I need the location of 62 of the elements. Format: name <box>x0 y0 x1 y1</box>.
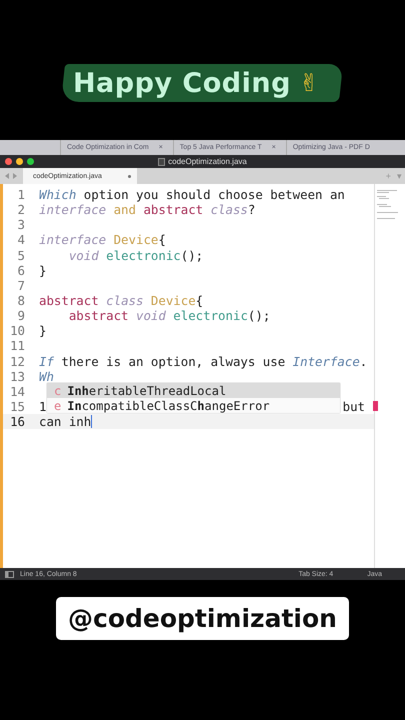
line-number: 6 <box>16 262 25 278</box>
code-token: electronic <box>172 308 248 324</box>
code-token: there is an option, always use <box>60 354 286 369</box>
code-token: electronic <box>105 248 181 263</box>
zoom-button[interactable] <box>27 158 34 165</box>
line-number: 14 <box>9 384 25 399</box>
line-number: 8 <box>16 293 25 308</box>
victory-hand-emoji: ✌ <box>299 69 320 97</box>
code-token: class <box>105 293 144 308</box>
file-icon <box>158 158 166 166</box>
close-button[interactable] <box>5 158 12 165</box>
code-token: class <box>210 202 248 218</box>
line-number: 2 <box>16 202 25 218</box>
code-token: can inh <box>39 414 92 430</box>
code-token: } <box>39 262 46 278</box>
line-number: 5 <box>16 248 25 263</box>
code-token: Which <box>39 187 76 202</box>
code-token: { <box>196 293 204 308</box>
sidebar-icon[interactable] <box>5 570 14 578</box>
code-token: Interface <box>292 354 360 369</box>
code-token: Device <box>150 293 196 308</box>
code-token: Device <box>112 232 158 248</box>
code-token: interface <box>39 202 106 218</box>
code-token: abstract <box>39 293 99 308</box>
completion-text: InheritableThreadLocal <box>67 384 226 398</box>
code-token: abstract <box>68 308 129 324</box>
code-token: If <box>39 354 54 369</box>
line-number: 13 <box>9 368 25 384</box>
completion-item[interactable]: e IncompatibleClassChangeError <box>47 398 340 413</box>
line-number: 11 <box>9 338 25 354</box>
code-token: but <box>342 399 365 414</box>
code-token: 1 <box>39 399 46 414</box>
completion-text: IncompatibleClassChangeError <box>67 398 270 412</box>
code-token: (); <box>248 308 270 324</box>
code-token: (); <box>180 248 204 263</box>
handle-caption: @codeoptimization <box>56 597 349 640</box>
code-token: . <box>360 354 368 369</box>
code-token: and <box>112 202 136 218</box>
kind-letter: e <box>54 398 62 412</box>
minimize-button[interactable] <box>16 158 23 165</box>
window-title: codeOptimization.java <box>168 157 247 166</box>
code-token: Wh <box>39 368 54 384</box>
code-token: void <box>68 248 99 263</box>
line-number: 3 <box>16 217 25 232</box>
code-token: abstract <box>142 202 204 218</box>
line-number: 1 <box>16 187 25 202</box>
completion-item[interactable]: c InheritableThreadLocal <box>47 383 340 398</box>
code-token: } <box>39 323 46 338</box>
code-token: interface <box>39 232 106 248</box>
line-number: 7 <box>16 278 25 293</box>
line-number: 10 <box>9 323 25 338</box>
code-token: ? <box>248 202 256 218</box>
banner-title: Happy Coding <box>73 68 292 98</box>
kind-letter: c <box>54 384 62 398</box>
code-token: option you should choose between an <box>82 187 345 202</box>
line-number: 15 <box>9 399 25 414</box>
line-number: 16 <box>9 414 25 430</box>
code-token: void <box>134 308 166 324</box>
line-number: 12 <box>9 354 25 369</box>
line-number: 9 <box>16 308 25 324</box>
line-number: 4 <box>16 232 25 248</box>
code-token: { <box>158 232 166 248</box>
